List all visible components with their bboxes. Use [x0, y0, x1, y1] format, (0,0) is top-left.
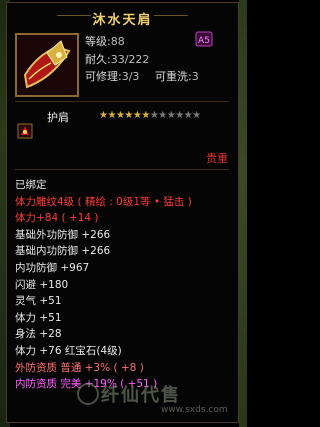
- watermark-url: www.sxds.com: [161, 405, 228, 415]
- repair-row: 可修理:3/3: [85, 68, 139, 84]
- item-name: 沐水天肩: [92, 13, 153, 28]
- attribute-row: 基础外功防御 +266: [15, 228, 111, 241]
- repair-value: 3/3: [121, 70, 140, 83]
- star-icon: ★: [124, 110, 133, 121]
- star-icon: ★: [107, 110, 116, 121]
- repair-label: 可修理:: [85, 70, 122, 83]
- attribute-row: 灵气 +51: [15, 295, 62, 308]
- attribute-row: 身法 +28: [15, 328, 62, 341]
- title-decoration-right: [154, 15, 188, 16]
- star-rating: ★★★★★★★★★★★★: [99, 110, 201, 121]
- attribute-list: 已绑定体力雕纹4级 ( 精绘 : 0级1等 • 猛击 ) 体力+84 ( +14 …: [15, 177, 233, 393]
- durability-row: 耐久:33/222: [85, 51, 149, 67]
- item-tooltip-panel: 沐水天肩 等级:88 耐久:33/222 可修理:3/3 可重洗:3 A5 护肩…: [6, 2, 239, 423]
- star-icon: ★: [175, 110, 184, 121]
- precious-label: 贵重: [206, 152, 228, 165]
- star-icon: ★: [192, 110, 201, 121]
- star-icon: ★: [166, 110, 176, 121]
- level-value: 88: [110, 35, 125, 48]
- attribute-row: 体力+84 ( +14 ): [15, 212, 99, 225]
- attribute-row: 基础内功防御 +266: [15, 245, 111, 258]
- durability-value: 33/222: [110, 53, 150, 66]
- shoulder-armor-icon: [17, 35, 77, 95]
- right-background-strip: [239, 0, 247, 427]
- star-icon: ★: [141, 110, 150, 121]
- attribute-row: 体力 +76 红宝石(4级): [15, 344, 122, 357]
- engrave-icon[interactable]: [17, 123, 33, 139]
- item-icon-frame[interactable]: [15, 33, 79, 97]
- rewash-row: 可重洗:3: [155, 68, 199, 84]
- attribute-row: 外防资质 普通 +3% ( +8 ): [15, 361, 144, 374]
- level-label: 等级:: [85, 35, 111, 48]
- level-row: 等级:88: [85, 33, 125, 49]
- star-icon: ★: [183, 110, 193, 121]
- star-icon: ★: [158, 110, 167, 121]
- attribute-row: 闪避 +180: [15, 278, 69, 291]
- attribute-row: 已绑定: [15, 179, 47, 191]
- divider: [15, 169, 229, 170]
- attribute-row: 体力雕纹4级 ( 精绘 : 0级1等 • 猛击 ): [15, 195, 192, 208]
- divider: [15, 101, 229, 102]
- attribute-row: 体力 +51: [15, 311, 62, 324]
- svg-text:A5: A5: [198, 36, 210, 46]
- watermark-text: 纤仙代售: [101, 385, 181, 406]
- durability-label: 耐久:: [85, 53, 111, 66]
- rewash-label: 可重洗:: [155, 70, 192, 83]
- star-icon: ★: [149, 110, 159, 121]
- quality-badge-icon: A5: [195, 31, 213, 47]
- rewash-value: 3: [191, 70, 199, 83]
- watermark-logo-icon: [77, 383, 99, 405]
- slot-type: 护肩: [47, 111, 69, 124]
- attribute-row: 内功防御 +967: [15, 261, 90, 274]
